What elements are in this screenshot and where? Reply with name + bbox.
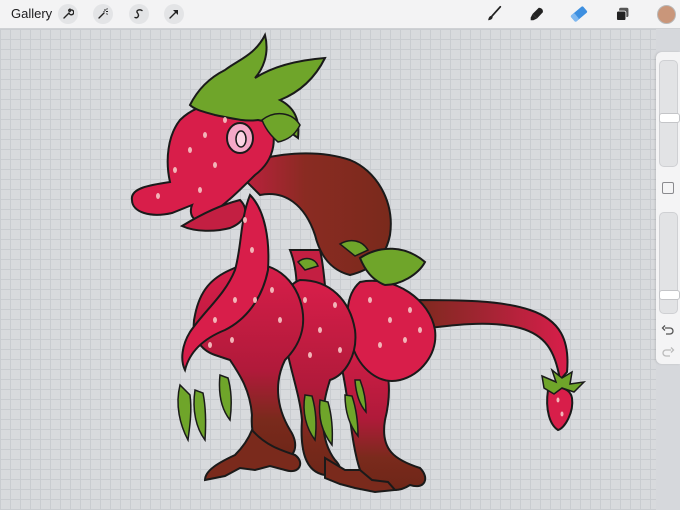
eraser-icon[interactable] xyxy=(568,3,590,25)
drawing-canvas[interactable] xyxy=(0,29,656,510)
magic-wand-icon[interactable] xyxy=(93,4,113,24)
undo-icon[interactable] xyxy=(661,324,675,338)
opacity-thumb[interactable] xyxy=(659,290,680,300)
brush-icon[interactable] xyxy=(483,3,505,25)
gallery-button[interactable]: Gallery xyxy=(11,6,52,21)
top-toolbar: Gallery xyxy=(0,0,680,29)
brush-sidebar xyxy=(656,52,680,364)
wrench-icon[interactable] xyxy=(58,4,78,24)
color-swatch-button[interactable] xyxy=(657,5,676,24)
opacity-slider[interactable] xyxy=(659,212,680,314)
layers-icon[interactable] xyxy=(611,3,633,25)
brush-size-thumb[interactable] xyxy=(659,113,680,123)
modify-button[interactable] xyxy=(662,182,674,194)
redo-icon[interactable] xyxy=(661,346,675,360)
strawberry-creature-artwork xyxy=(130,32,587,494)
transform-arrow-icon[interactable] xyxy=(164,4,184,24)
selection-s-icon[interactable] xyxy=(129,4,149,24)
brush-size-slider[interactable] xyxy=(659,60,680,167)
smudge-icon[interactable] xyxy=(526,3,548,25)
